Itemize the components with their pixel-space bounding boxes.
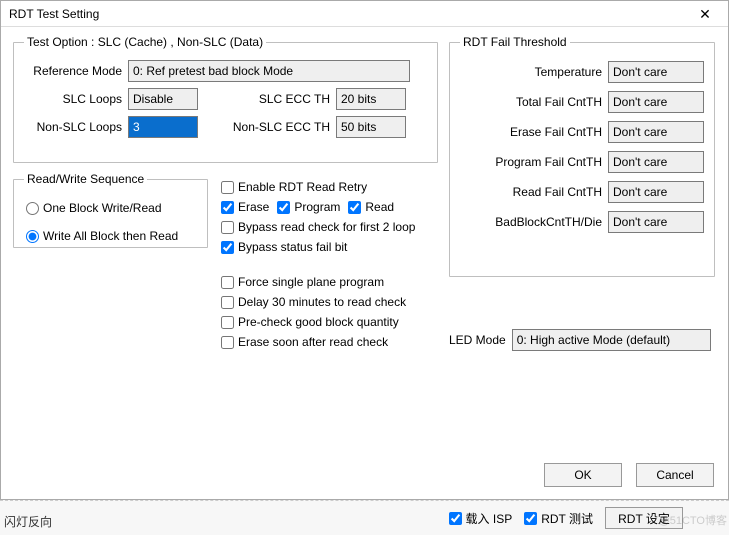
chk-bypass-statusfail-label: Bypass status fail bit xyxy=(238,240,347,254)
chk-bypass-statusfail[interactable] xyxy=(221,241,234,254)
watermark-text: @51CTO博客 xyxy=(659,512,727,528)
cancel-button[interactable]: Cancel xyxy=(636,463,714,487)
label-temperature: Temperature xyxy=(460,65,608,79)
label-readfail: Read Fail CntTH xyxy=(460,185,608,199)
combo-erasefail[interactable]: Don't care xyxy=(608,121,704,143)
chk-erase-soon-label: Erase soon after read check xyxy=(238,335,388,349)
radio-write-all-label: Write All Block then Read xyxy=(43,229,178,243)
chk-program-label: Program xyxy=(294,200,340,214)
combo-temperature[interactable]: Don't care xyxy=(608,61,704,83)
label-nonslc-ecc-th: Non-SLC ECC TH xyxy=(198,120,336,134)
close-icon[interactable]: ✕ xyxy=(690,1,720,27)
chk-bypass-first2[interactable] xyxy=(221,221,234,234)
chk-erase-label: Erase xyxy=(238,200,269,214)
label-programfail: Program Fail CntTH xyxy=(460,155,608,169)
radio-one-block[interactable] xyxy=(26,202,39,215)
chk-load-isp[interactable] xyxy=(449,512,462,525)
mid-options-1: Enable RDT Read Retry Erase Program Read… xyxy=(221,177,443,257)
chk-erase-soon[interactable] xyxy=(221,336,234,349)
chk-read[interactable] xyxy=(348,201,361,214)
dialog-rdt-test-setting: RDT Test Setting ✕ Test Option : SLC (Ca… xyxy=(0,0,729,500)
label-erasefail: Erase Fail CntTH xyxy=(460,125,608,139)
combo-nonslc-ecc-th[interactable]: 50 bits xyxy=(336,116,406,138)
group-test-option-legend: Test Option : SLC (Cache) , Non-SLC (Dat… xyxy=(24,35,266,49)
mid-options-2: Force single plane program Delay 30 minu… xyxy=(221,272,443,352)
row-led-mode: LED Mode 0: High active Mode (default) xyxy=(449,329,711,351)
combo-programfail[interactable]: Don't care xyxy=(608,151,704,173)
chk-force-single-plane-label: Force single plane program xyxy=(238,275,384,289)
group-rdt-fail: RDT Fail Threshold Temperature Don't car… xyxy=(449,35,715,277)
label-badblock: BadBlockCntTH/Die xyxy=(460,215,608,229)
chk-delay30[interactable] xyxy=(221,296,234,309)
combo-reference-mode[interactable]: 0: Ref pretest bad block Mode xyxy=(128,60,410,82)
chk-rdt-test-label: RDT 测试 xyxy=(541,510,593,527)
combo-badblock[interactable]: Don't care xyxy=(608,211,704,233)
button-bar: OK Cancel xyxy=(544,463,714,487)
ok-button[interactable]: OK xyxy=(544,463,622,487)
label-slc-loops: SLC Loops xyxy=(24,92,128,106)
chk-rdt-test[interactable] xyxy=(524,512,537,525)
chk-erase[interactable] xyxy=(221,201,234,214)
combo-led-mode[interactable]: 0: High active Mode (default) xyxy=(512,329,711,351)
client-area: Test Option : SLC (Cache) , Non-SLC (Dat… xyxy=(1,27,728,499)
chk-program[interactable] xyxy=(277,201,290,214)
combo-slc-loops[interactable]: Disable xyxy=(128,88,198,110)
chk-read-label: Read xyxy=(365,200,394,214)
chk-precheck-good-label: Pre-check good block quantity xyxy=(238,315,399,329)
combo-readfail[interactable]: Don't care xyxy=(608,181,704,203)
parent-left-text: 闪灯反向 xyxy=(4,513,52,530)
parent-right-controls: 载入 ISP RDT 测试 RDT 设定 xyxy=(449,507,683,529)
label-nonslc-loops: Non-SLC Loops xyxy=(24,120,128,134)
combo-nonslc-loops[interactable]: 3 xyxy=(128,116,198,138)
chk-force-single-plane[interactable] xyxy=(221,276,234,289)
combo-slc-ecc-th[interactable]: 20 bits xyxy=(336,88,406,110)
label-led-mode: LED Mode xyxy=(449,333,506,347)
parent-window-strip: 闪灯反向 载入 ISP RDT 测试 RDT 设定 @51CTO博客 xyxy=(0,500,729,535)
radio-write-all[interactable] xyxy=(26,230,39,243)
label-reference-mode: Reference Mode xyxy=(24,64,128,78)
chk-delay30-label: Delay 30 minutes to read check xyxy=(238,295,406,309)
group-rw-legend: Read/Write Sequence xyxy=(24,172,147,186)
chk-enable-retry[interactable] xyxy=(221,181,234,194)
chk-precheck-good[interactable] xyxy=(221,316,234,329)
chk-load-isp-label: 载入 ISP xyxy=(466,510,513,527)
chk-bypass-first2-label: Bypass read check for first 2 loop xyxy=(238,220,415,234)
group-rw-sequence: Read/Write Sequence One Block Write/Read… xyxy=(13,172,208,248)
label-totalfail: Total Fail CntTH xyxy=(460,95,608,109)
titlebar: RDT Test Setting ✕ xyxy=(1,1,728,27)
combo-totalfail[interactable]: Don't care xyxy=(608,91,704,113)
chk-enable-retry-label: Enable RDT Read Retry xyxy=(238,180,367,194)
label-slc-ecc-th: SLC ECC TH xyxy=(198,92,336,106)
group-test-option: Test Option : SLC (Cache) , Non-SLC (Dat… xyxy=(13,35,438,163)
radio-one-block-label: One Block Write/Read xyxy=(43,201,162,215)
window-title: RDT Test Setting xyxy=(9,1,99,27)
group-rdt-fail-legend: RDT Fail Threshold xyxy=(460,35,570,49)
